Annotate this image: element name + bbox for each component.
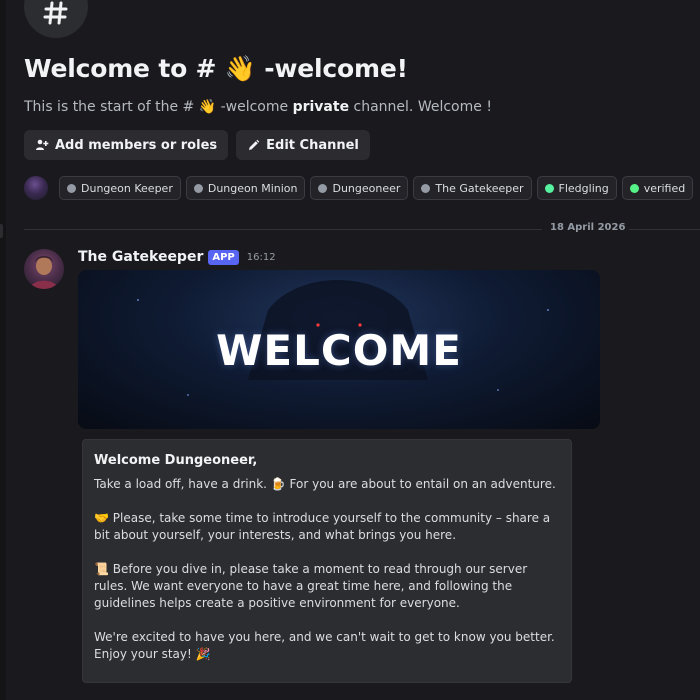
page-title: Welcome to # 👋 -welcome! — [24, 54, 408, 83]
left-rail — [0, 0, 6, 700]
date-divider-line — [24, 229, 542, 230]
add-members-button[interactable]: Add members or roles — [24, 130, 229, 160]
role-color-dot — [544, 183, 554, 193]
channel-intro: This is the start of the # 👋 -welcome pr… — [24, 99, 492, 115]
role-label: Dungeoneer — [332, 181, 401, 195]
date-divider-line — [622, 229, 700, 230]
channel-actions: Add members or roles Edit Channel — [24, 130, 370, 160]
message-timestamp[interactable]: 16:12 — [247, 252, 276, 263]
role-pill[interactable]: verified — [621, 176, 694, 200]
role-label: The Gatekeeper — [435, 181, 524, 195]
avatar[interactable] — [24, 249, 64, 289]
scroll-notch — [0, 224, 3, 238]
hash-icon — [24, 0, 88, 38]
role-pill[interactable]: The Gatekeeper — [413, 176, 532, 200]
role-pill[interactable]: Dungeon Minion — [185, 176, 306, 200]
edit-channel-button[interactable]: Edit Channel — [236, 130, 370, 160]
embed-paragraph: 📜 Before you dive in, please take a mome… — [94, 562, 528, 610]
embed-paragraph: We're excited to have you here, and we c… — [94, 630, 555, 661]
role-color-dot — [629, 183, 639, 193]
pencil-icon — [247, 139, 260, 152]
role-color-dot — [67, 183, 76, 193]
welcome-banner-image[interactable]: WELCOME — [78, 270, 600, 429]
embed-paragraph: 🤝 Please, take some time to introduce yo… — [94, 511, 551, 542]
avatar[interactable] — [24, 176, 48, 200]
role-pill[interactable]: Dungeon Keeper — [59, 176, 181, 200]
channel-intro-suffix: channel. Welcome ! — [349, 99, 492, 115]
role-color-dot — [318, 183, 328, 193]
role-label: Fledgling — [558, 181, 609, 195]
role-color-dot — [421, 183, 431, 193]
channel-roles: Dungeon Keeper Dungeon Minion Dungeoneer… — [24, 176, 694, 200]
embed-title: Welcome Dungeoneer, — [94, 453, 258, 468]
edit-channel-label: Edit Channel — [266, 137, 359, 153]
banner-text: WELCOME — [216, 326, 462, 375]
channel-intro-bold: private — [292, 99, 350, 115]
date-divider: 18 April 2026 — [546, 222, 630, 233]
add-members-label: Add members or roles — [55, 137, 218, 153]
app-badge: APP — [208, 249, 239, 265]
role-pill[interactable]: Dungeoneer — [310, 176, 409, 200]
embed-paragraph: Take a load off, have a drink. 🍺 For you… — [94, 477, 556, 491]
role-color-dot — [193, 183, 203, 193]
message-embed: Welcome Dungeoneer, Take a load off, hav… — [82, 439, 572, 683]
role-label: Dungeon Keeper — [81, 181, 173, 195]
role-label: verified — [643, 181, 686, 195]
author-name[interactable]: The Gatekeeper — [78, 249, 203, 265]
people-plus-icon — [35, 138, 49, 152]
role-label: Dungeon Minion — [207, 181, 298, 195]
channel-intro-prefix: This is the start of the # 👋 -welcome — [24, 99, 293, 115]
message-header: The Gatekeeper APP 16:12 — [78, 249, 276, 265]
role-pill[interactable]: Fledgling — [536, 176, 617, 200]
